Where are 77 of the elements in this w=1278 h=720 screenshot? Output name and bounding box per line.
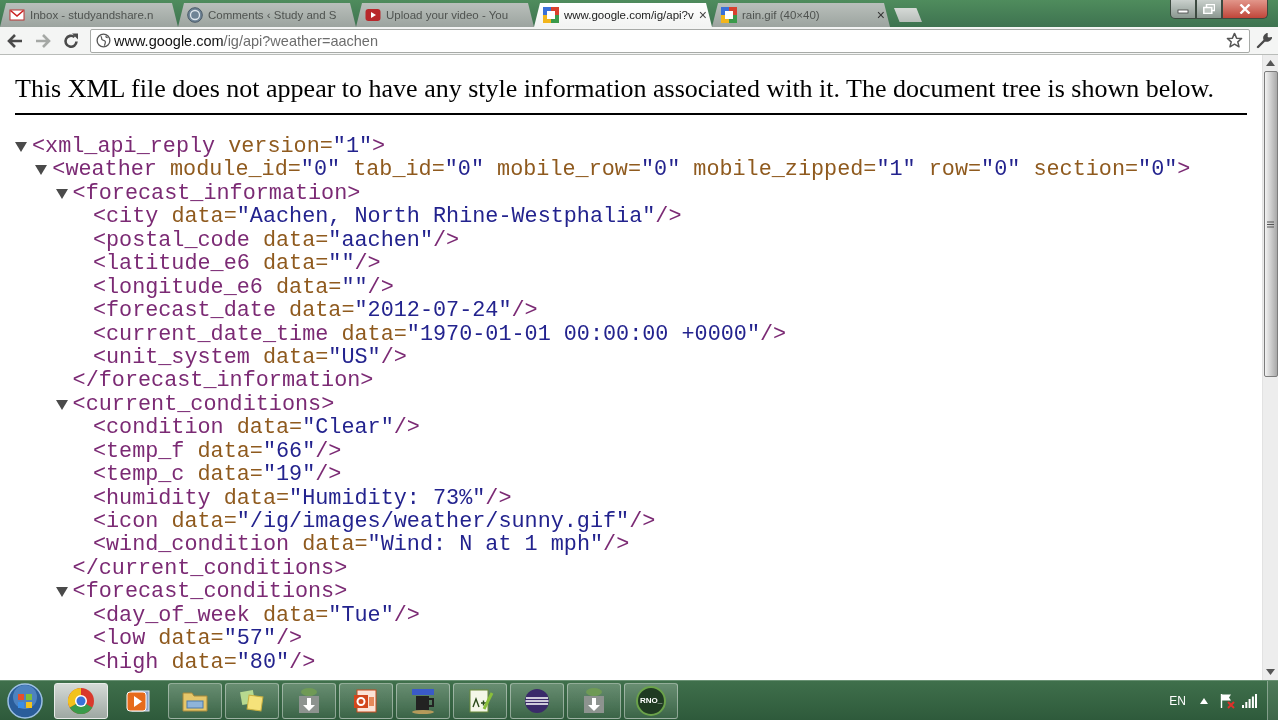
arrow-up-icon[interactable]: [1266, 60, 1275, 66]
xml-line: <forecast_information>: [72, 181, 361, 206]
notice-text: This XML file does not appear to have any style information associated with it. The document tree is shown below.: [15, 55, 1247, 115]
mug-icon: [409, 686, 437, 715]
show-desktop-button[interactable]: [1267, 681, 1278, 720]
play-icon: [365, 7, 381, 23]
notepad-icon: [466, 686, 494, 715]
reload-icon[interactable]: [62, 31, 80, 50]
xml-line: <temp_f data="66"/>: [92, 439, 342, 464]
xml-line: <unit_system data="US"/>: [92, 345, 407, 370]
browser-tab[interactable]: rain.gif (40×40) ×: [712, 3, 890, 27]
xml-line: <low data="57"/>: [92, 627, 303, 651]
taskbar-button[interactable]: [54, 682, 108, 719]
squares-icon: [721, 7, 737, 23]
xml-line: <current_conditions>: [72, 392, 335, 417]
taskbar-button[interactable]: RNO_: [624, 682, 678, 719]
browser-tab[interactable]: Upload your video - You: [356, 3, 534, 27]
tab-title: Upload your video - You: [386, 9, 510, 21]
tab-title: rain.gif (40×40): [742, 9, 821, 21]
xml-line: <latitude_e6 data=""/>: [92, 252, 381, 276]
triangle-icon[interactable]: [15, 141, 27, 152]
xml-line: <postal_code data="aachen"/>: [92, 228, 460, 253]
xml-line: <forecast_date data="2012-07-24"/>: [92, 299, 538, 323]
xml-line: <forecast_conditions>: [72, 580, 348, 604]
address-field[interactable]: www.google.com/ig/api?weather=aachen: [90, 28, 1250, 53]
xml-line: <temp_c data="19"/>: [92, 463, 342, 487]
squares-icon: [543, 7, 559, 23]
close-icon: [1239, 4, 1251, 14]
xml-line: <humidity data="Humidity: 73%"/>: [92, 486, 512, 510]
flag-icon[interactable]: [1220, 692, 1235, 709]
round-logo-icon: [67, 686, 95, 715]
browser-tab[interactable]: www.google.com/ig/api?v ×: [534, 3, 712, 27]
tab-title: www.google.com/ig/api?v: [564, 9, 695, 21]
arrow-down-icon[interactable]: [1266, 669, 1275, 675]
wrench-icon[interactable]: [1256, 32, 1272, 49]
tab-close-button[interactable]: ×: [698, 8, 707, 22]
star-icon[interactable]: [1226, 32, 1243, 49]
xml-line: <condition data="Clear"/>: [92, 416, 420, 440]
caret-up-icon[interactable]: [1200, 697, 1208, 704]
triangle-icon[interactable]: [55, 188, 68, 199]
xml-line: <current_date_time data="1970-01-01 00:00:00 +0000"/>: [92, 322, 787, 346]
xml-line: <icon data="/ig/images/weather/sunny.gif"/>: [92, 510, 656, 534]
xml-line: <wind_condition data="Wind: N at 1 mph"/>: [92, 533, 630, 557]
tab-title: Inbox - studyandshare.n: [30, 9, 155, 21]
browser-tab[interactable]: Comments ‹ Study and S: [178, 3, 356, 27]
browser-tab[interactable]: Inbox - studyandshare.n: [0, 3, 178, 27]
triangle-icon[interactable]: [35, 165, 48, 176]
signal-bars-icon[interactable]: [1242, 693, 1257, 708]
restore-icon: [1203, 4, 1215, 14]
triangle-icon[interactable]: [55, 399, 68, 410]
xml-line: <xml_api_reply version="1">: [32, 135, 386, 159]
xml-line: <weather module_id="0" tab_id="0" mobile_row="0" mobile_zipped="1" row="0" section="0">: [52, 158, 1191, 182]
xml-line: </current_conditions>: [72, 556, 348, 581]
tab-title: Comments ‹ Study and S: [208, 9, 338, 21]
orb-icon: [7, 682, 43, 719]
scrollbar-thumb[interactable]: [1263, 71, 1278, 377]
xml-line: <city data="Aachen, North Rhine-Westphalia"/>: [92, 205, 682, 229]
back-arrow-icon[interactable]: [6, 31, 24, 50]
circle-logo-icon: [187, 7, 203, 23]
new-tab-button[interactable]: [894, 8, 922, 22]
xml-line: <high data="80"/>: [92, 650, 316, 675]
triangle-icon[interactable]: [55, 587, 68, 598]
logo-label: RNO_: [636, 685, 666, 716]
xml-line: </forecast_information>: [72, 369, 374, 393]
language-indicator[interactable]: EN: [1169, 693, 1186, 708]
xml-line: <day_of_week data="Tue"/>: [92, 603, 420, 628]
document-icon: [352, 686, 380, 715]
sphere-icon: [523, 686, 551, 715]
tab-close-button[interactable]: ×: [876, 8, 885, 22]
maximize-button[interactable]: [1196, 0, 1222, 19]
globe-icon: [96, 33, 111, 48]
url-text: www.google.com/ig/api?weather=aachen: [114, 32, 378, 49]
minimize-button[interactable]: [1170, 0, 1196, 19]
xml-line: <longitude_e6 data=""/>: [92, 275, 394, 300]
close-button[interactable]: [1222, 0, 1268, 19]
envelope-icon: [9, 7, 25, 23]
scrollbar[interactable]: [1262, 55, 1278, 680]
